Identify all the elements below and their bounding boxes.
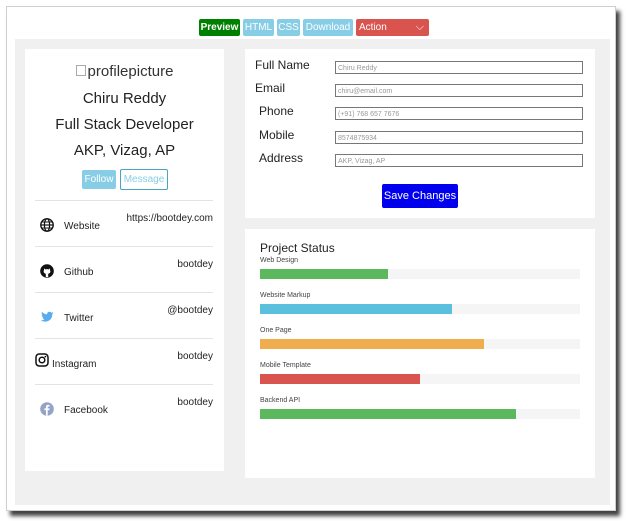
address-field[interactable]: AKP, Vizag, AP xyxy=(335,154,583,167)
link-label: Facebook xyxy=(64,405,108,416)
progress-label: Website Markup xyxy=(260,292,311,299)
link-row-github[interactable]: Github bootdey xyxy=(35,246,213,293)
github-icon xyxy=(40,264,54,278)
project-status-title: Project Status xyxy=(260,241,335,255)
progress-fill xyxy=(260,304,452,314)
progress-track xyxy=(260,409,580,419)
action-dropdown[interactable]: Action ⌵ xyxy=(356,19,429,36)
link-value: bootdey xyxy=(177,259,213,270)
progress-track xyxy=(260,269,580,279)
message-button[interactable]: Message xyxy=(120,169,168,190)
link-value: @bootdey xyxy=(167,305,213,316)
mobile-field[interactable]: 8574875934 xyxy=(335,131,583,144)
profile-role: Full Stack Developer xyxy=(55,116,194,133)
progress-track xyxy=(260,304,580,314)
profile-card: profilepicture Chiru Reddy Full Stack De… xyxy=(25,49,224,471)
profile-form-card: Full Name Chiru Reddy Email chiru@email.… xyxy=(245,49,595,218)
progress-track xyxy=(260,339,580,349)
link-value: bootdey xyxy=(177,397,213,408)
follow-button[interactable]: Follow xyxy=(82,170,116,189)
profile-picture: profilepicture xyxy=(25,63,224,80)
link-row-website[interactable]: Website https://bootdey.com xyxy=(35,200,213,247)
phone-label: Phone xyxy=(259,104,294,118)
progress-fill xyxy=(260,374,420,384)
progress-label: Backend API xyxy=(260,397,301,404)
facebook-icon xyxy=(40,402,54,416)
preview-button[interactable]: Preview xyxy=(199,19,240,36)
progress-label: Web Design xyxy=(260,257,299,264)
globe-icon xyxy=(40,218,54,232)
app-window: Preview HTML CSS Download Action ⌵ profi… xyxy=(6,6,616,511)
profile-name: Chiru Reddy xyxy=(82,90,167,107)
progress-fill xyxy=(260,269,388,279)
project-status-card: Project Status Web Design Website Markup O… xyxy=(245,229,595,478)
progress-label: One Page xyxy=(260,327,292,334)
toolbar: Preview HTML CSS Download Action ⌵ xyxy=(7,7,615,37)
progress-label: Mobile Template xyxy=(260,362,311,369)
html-button[interactable]: HTML xyxy=(243,19,274,36)
save-changes-button[interactable]: Save Changes xyxy=(382,184,458,208)
link-row-facebook[interactable]: Facebook bootdey xyxy=(35,384,213,431)
link-value: https://bootdey.com xyxy=(126,213,213,224)
progress-fill xyxy=(260,339,484,349)
full-name-field[interactable]: Chiru Reddy xyxy=(335,61,583,74)
twitter-icon xyxy=(40,311,54,322)
progress-fill xyxy=(260,409,516,419)
chevron-down-icon: ⌵ xyxy=(415,21,424,33)
link-row-instagram[interactable]: Instagram bootdey xyxy=(35,338,213,385)
download-button[interactable]: Download xyxy=(303,19,353,36)
link-label: Twitter xyxy=(64,313,94,324)
instagram-icon xyxy=(35,353,49,367)
profile-picture-alt: profilepicture xyxy=(87,63,174,80)
email-label: Email xyxy=(255,81,286,95)
action-label: Action xyxy=(359,22,387,33)
link-value: bootdey xyxy=(177,351,213,362)
email-field[interactable]: chiru@email.com xyxy=(335,84,583,97)
link-label: Website xyxy=(64,221,100,232)
link-label: Instagram xyxy=(52,359,97,370)
link-label: Github xyxy=(64,267,94,278)
css-button[interactable]: CSS xyxy=(277,19,300,36)
progress-track xyxy=(260,374,580,384)
main-content: profilepicture Chiru Reddy Full Stack De… xyxy=(15,39,610,505)
mobile-label: Mobile xyxy=(259,128,295,142)
link-row-twitter[interactable]: Twitter @bootdey xyxy=(35,292,213,339)
address-label: Address xyxy=(259,151,304,165)
profile-location: AKP, Vizag, AP xyxy=(73,142,176,159)
broken-image-icon xyxy=(75,65,86,76)
phone-field[interactable]: (+91) 768 657 7676 xyxy=(335,107,583,120)
full-name-label: Full Name xyxy=(255,58,310,72)
